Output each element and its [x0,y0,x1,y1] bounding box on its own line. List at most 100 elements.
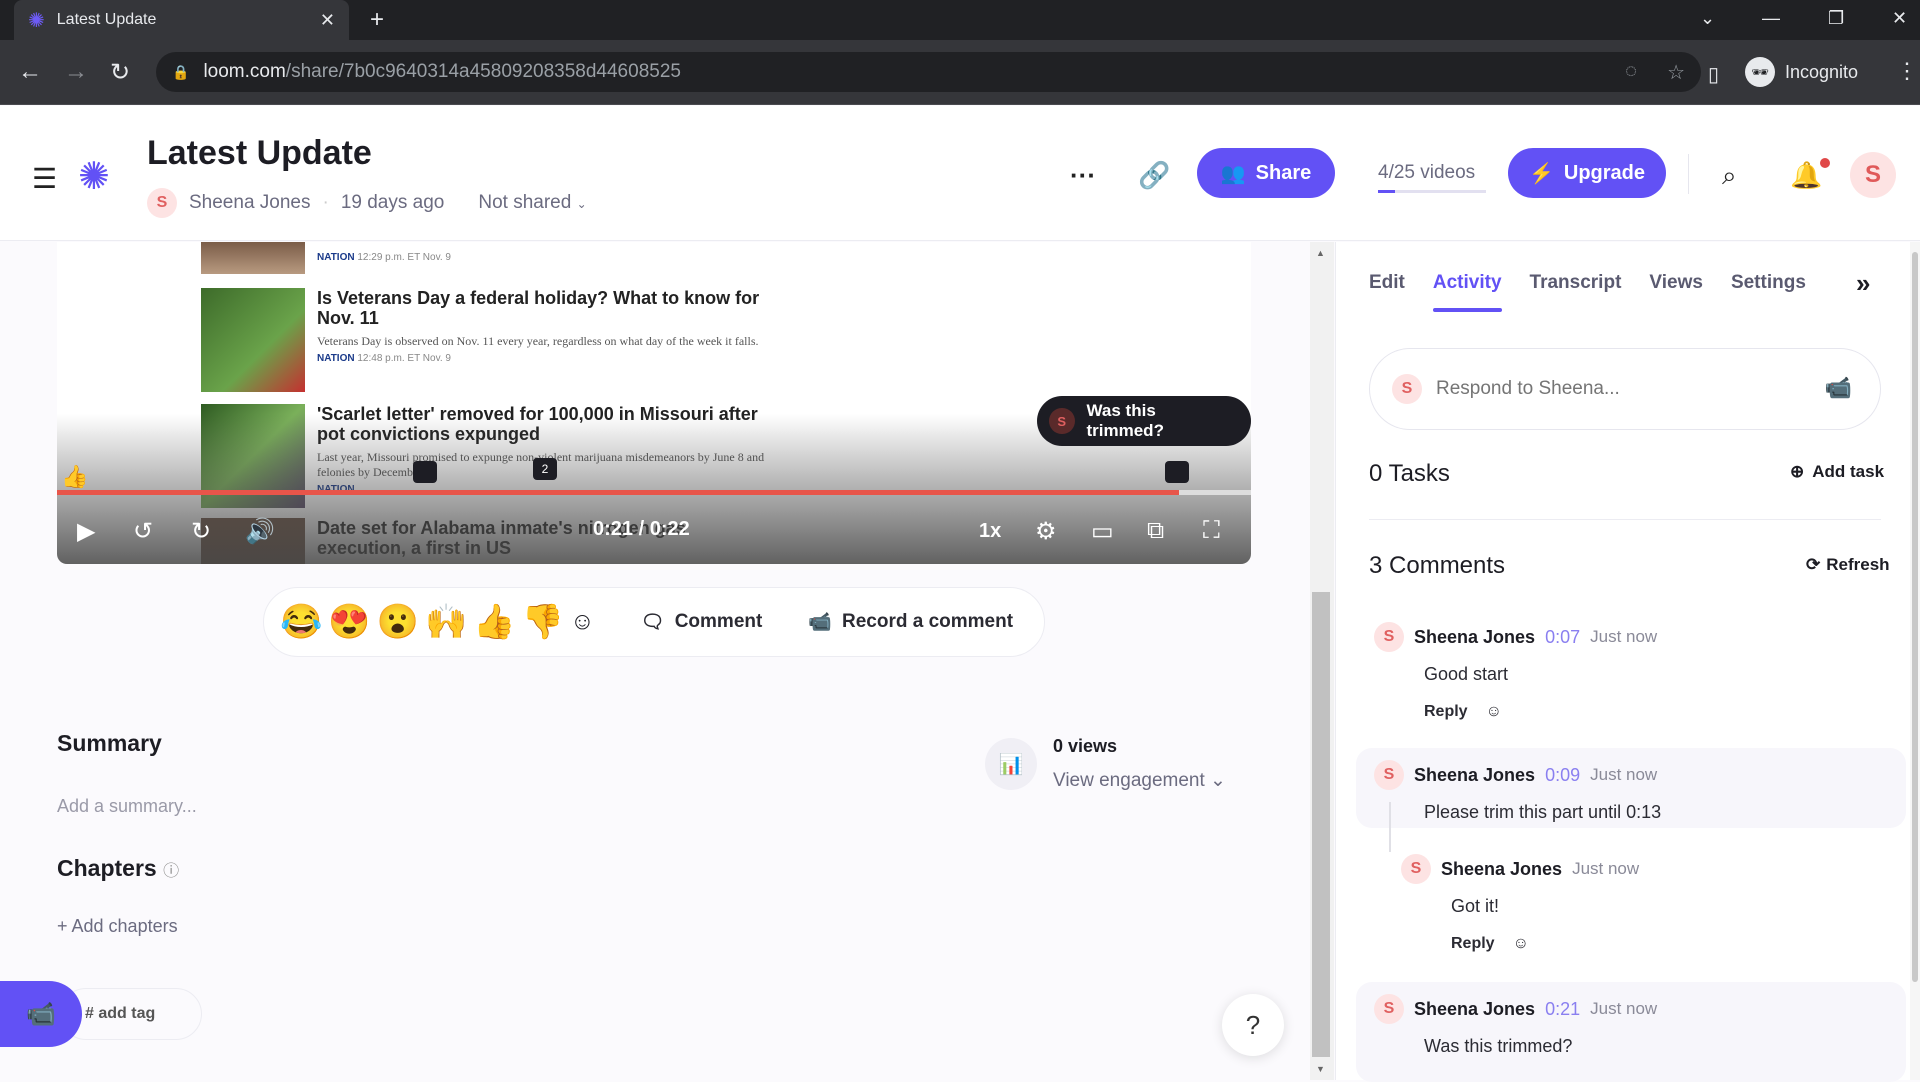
fullscreen-icon[interactable]: ⛶ [1203,517,1220,545]
settings-gear-icon[interactable]: ⚙ [1035,517,1057,546]
comment-timestamp[interactable]: 0:09 [1545,765,1580,786]
reply-item[interactable]: S Sheena Jones Just now Got it! Reply ☺ [1401,854,1881,953]
scroll-down-icon[interactable]: ▼ [1316,1064,1325,1074]
volume-icon[interactable]: 🔊 [245,517,275,546]
side-panel-icon[interactable]: ▯ [1708,62,1719,87]
close-window-icon[interactable]: ✕ [1892,8,1907,29]
collapse-panel-icon[interactable]: » [1856,268,1870,299]
record-comment-button[interactable]: 📹 Record a comment [808,610,1013,634]
help-button[interactable]: ? [1222,994,1284,1056]
tab-activity[interactable]: Activity [1432,272,1502,312]
refresh-button[interactable]: ⟳ Refresh [1806,555,1890,575]
reaction-heart-eyes[interactable]: 😍 [328,602,370,642]
video-player[interactable]: NATION 12:29 p.m. ET Nov. 9 Is Veterans … [57,242,1251,564]
comment-pin[interactable] [1165,461,1189,483]
upgrade-label: Upgrade [1563,161,1646,184]
minimize-icon[interactable]: — [1762,8,1780,29]
incognito-label: Incognito [1785,61,1859,82]
restore-icon[interactable]: ❐ [1828,8,1844,29]
record-video-button[interactable]: 📹 [0,981,82,1047]
tab-title: Latest Update [56,11,157,28]
notifications-bell-icon[interactable]: 🔔 [1790,160,1822,191]
incognito-indicator[interactable]: 🕶 Incognito [1745,52,1858,92]
bookmark-star-icon[interactable]: ☆ [1667,60,1685,85]
comment-avatar: S [1374,622,1404,652]
comment-pin[interactable] [413,461,437,483]
add-chapters-link[interactable]: + Add chapters [57,916,178,937]
comment-author[interactable]: Sheena Jones [1414,999,1535,1020]
view-engagement-dropdown[interactable]: View engagement ⌄ [1053,769,1226,792]
close-tab-icon[interactable]: ✕ [320,10,335,31]
tracking-blocked-icon[interactable]: ◌ [1625,60,1637,85]
more-options-icon[interactable]: ··· [1070,160,1096,191]
share-button[interactable]: 👥 Share [1197,148,1335,198]
comment-timestamp[interactable]: 0:21 [1545,999,1580,1020]
comment-timestamp[interactable]: 0:07 [1545,627,1580,648]
back-icon[interactable]: ← [18,58,42,86]
reaction-thumbs-up[interactable]: 👍 [473,602,515,642]
videos-usage[interactable]: 4/25 videos [1378,162,1475,184]
tab-edit[interactable]: Edit [1369,272,1405,294]
tab-search-icon[interactable]: ⌄ [1700,8,1715,29]
hamburger-menu-icon[interactable]: ☰ [32,162,57,195]
add-reaction-icon[interactable]: ☺ [1486,703,1502,721]
reload-icon[interactable]: ↻ [110,58,130,87]
comment-item[interactable]: S Sheena Jones 0:09 Just now Please trim th… [1356,748,1906,828]
reaction-surprised[interactable]: 😮 [377,602,419,642]
comment-item[interactable]: S Sheena Jones 0:07 Just now Good start Rep… [1356,622,1906,721]
sharing-status-dropdown[interactable]: Not shared ⌄ [478,192,586,214]
tab-settings[interactable]: Settings [1731,272,1806,294]
browser-menu-icon[interactable]: ⋮ [1896,58,1918,84]
videos-usage-bar [1378,190,1486,193]
browser-tab[interactable]: ✺ Latest Update ✕ [14,0,349,40]
duration: 0:22 [649,518,690,540]
reply-button[interactable]: Reply [1451,935,1495,953]
reaction-laugh[interactable]: 😂 [280,602,322,642]
picture-in-picture-icon[interactable]: ⧉ [1147,517,1164,545]
playback-speed[interactable]: 1x [979,520,1001,543]
comment-author[interactable]: Sheena Jones [1414,627,1535,648]
user-avatar[interactable]: S [1850,152,1896,198]
bar-chart-icon[interactable]: 📊 [985,738,1037,790]
panel-scrollbar-thumb[interactable] [1912,252,1918,982]
upgrade-button[interactable]: ⚡ Upgrade [1508,148,1666,198]
video-camera-icon[interactable]: 📹 [1825,375,1852,401]
copy-link-icon[interactable]: 🔗 [1138,160,1170,191]
thumbs-up-reaction-marker[interactable]: 👍 [61,464,88,490]
search-icon[interactable]: ⌕ [1722,160,1737,192]
rewind-5-icon[interactable]: ↺ [133,517,153,546]
page-title[interactable]: Latest Update [147,134,372,173]
add-task-button[interactable]: ⊕ Add task [1790,462,1884,482]
add-reaction-icon[interactable]: ☺ [1513,935,1529,953]
author-name[interactable]: Sheena Jones [189,192,311,214]
comment-author[interactable]: Sheena Jones [1414,765,1535,786]
summary-input[interactable]: Add a summary... [57,796,197,817]
info-icon[interactable]: ⓘ [163,863,179,880]
comment-pin[interactable]: 2 [533,458,557,480]
reaction-raised-hands[interactable]: 🙌 [425,602,467,642]
panel-scrollbar[interactable] [1910,242,1920,1080]
comment-tooltip[interactable]: S Was this trimmed? [1037,396,1251,446]
main-scrollbar[interactable]: ▲ ▼ [1310,242,1334,1080]
play-icon[interactable]: ▶ [77,517,95,546]
scrollbar-thumb[interactable] [1312,592,1330,1057]
scroll-up-icon[interactable]: ▲ [1316,248,1325,258]
respond-input[interactable] [1436,378,1796,400]
forward-5-icon[interactable]: ↻ [191,517,211,546]
comment-button[interactable]: 🗨 Comment [641,610,763,634]
forward-icon[interactable]: → [64,58,88,86]
comment-author[interactable]: Sheena Jones [1441,859,1562,880]
tab-transcript[interactable]: Transcript [1530,272,1622,294]
tab-views[interactable]: Views [1649,272,1703,294]
loom-logo-icon[interactable]: ✺ [78,154,110,199]
video-progress-bar[interactable] [57,490,1251,495]
new-tab-icon[interactable]: + [370,6,384,34]
url-field[interactable]: 🔒 loom.com/share/7b0c9640314a45809208358… [156,52,1701,92]
theater-mode-icon[interactable]: ▭ [1091,517,1114,546]
reaction-thumbs-down[interactable]: 👎 [522,602,564,642]
reply-button[interactable]: Reply [1424,703,1468,721]
add-reaction-icon[interactable]: ☺ [570,608,595,636]
article-thumbnail [201,288,305,392]
comment-item[interactable]: S Sheena Jones 0:21 Just now Was this trimm… [1356,982,1906,1082]
comment-avatar: S [1374,760,1404,790]
